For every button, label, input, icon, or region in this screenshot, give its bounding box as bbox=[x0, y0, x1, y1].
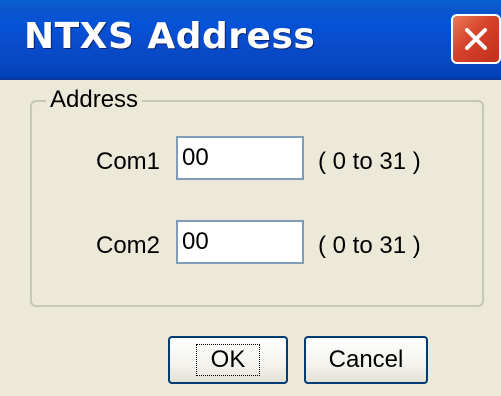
ok-button[interactable]: OK bbox=[168, 336, 288, 384]
title-bar[interactable]: NTXS Address bbox=[0, 0, 501, 80]
com2-range: ( 0 to 31 ) bbox=[318, 232, 421, 259]
close-icon bbox=[463, 26, 489, 52]
cancel-label: Cancel bbox=[328, 346, 404, 373]
window-title: NTXS Address bbox=[24, 16, 316, 57]
ntxs-address-dialog: NTXS Address Address Com1 ( 0 to 31 ) Co… bbox=[0, 0, 501, 396]
com1-range: ( 0 to 31 ) bbox=[318, 148, 421, 175]
com2-input[interactable] bbox=[176, 220, 304, 264]
com1-input[interactable] bbox=[176, 136, 304, 180]
address-group-label: Address bbox=[46, 86, 143, 114]
com1-label: Com1 bbox=[96, 148, 161, 175]
cancel-button[interactable]: Cancel bbox=[304, 336, 428, 384]
close-button[interactable] bbox=[451, 14, 501, 64]
ok-label: OK bbox=[195, 344, 261, 376]
address-groupbox bbox=[30, 100, 484, 307]
com2-label: Com2 bbox=[96, 232, 161, 259]
